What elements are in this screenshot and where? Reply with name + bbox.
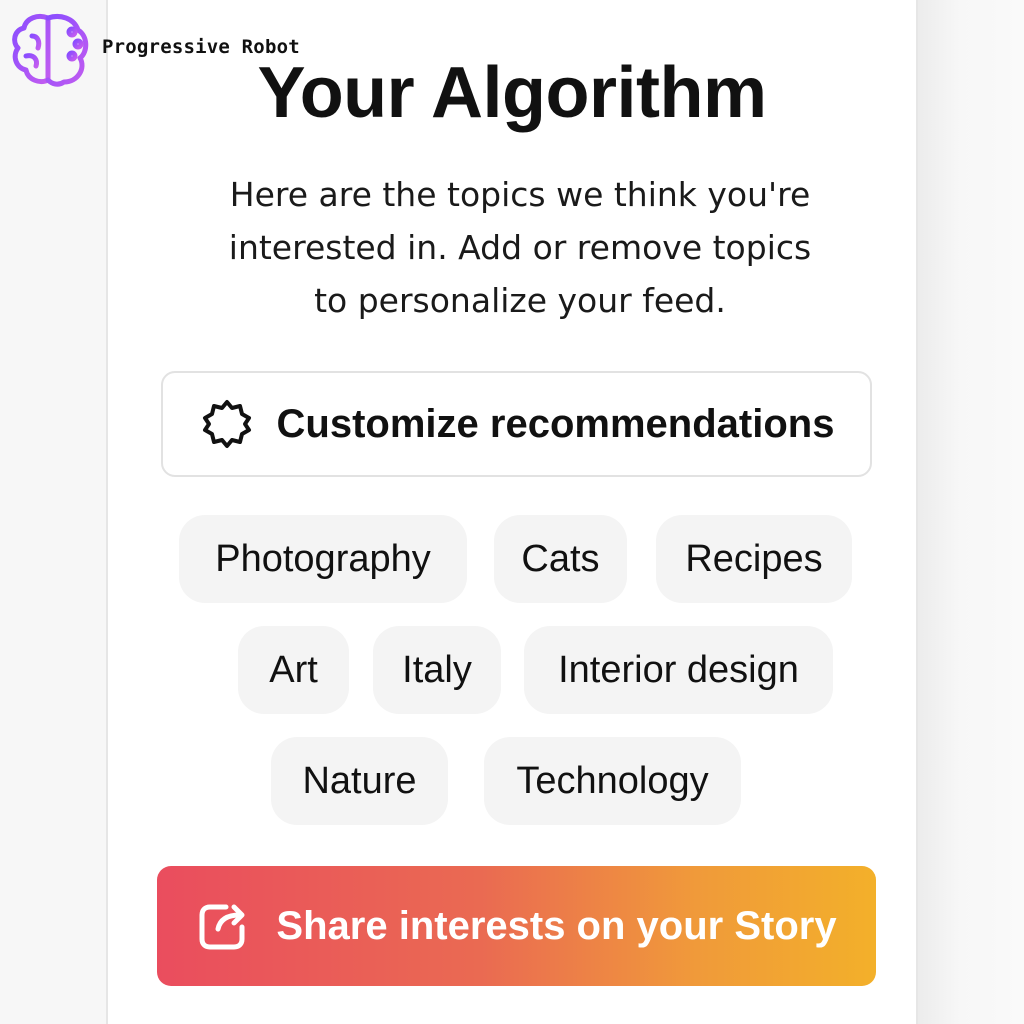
right-margin	[918, 0, 1024, 1024]
brain-circuit-icon	[12, 13, 89, 87]
share-story-icon	[199, 904, 245, 950]
left-margin	[0, 0, 106, 1024]
description-line: to personalize your feed.	[314, 281, 726, 320]
topic-chip-photography[interactable]: Photography	[179, 515, 467, 603]
share-label: Share interests on your Story	[276, 903, 837, 948]
gear-icon	[202, 400, 251, 448]
description-line: Here are the topics we think you're	[229, 175, 811, 214]
customize-recommendations-button[interactable]: Customize recommendations	[161, 371, 872, 477]
topic-chip-art[interactable]: Art	[238, 626, 349, 714]
share-interests-story-button[interactable]: Share interests on your Story	[157, 866, 876, 986]
topic-chip-technology[interactable]: Technology	[484, 737, 741, 825]
topic-chip-recipes[interactable]: Recipes	[656, 515, 852, 603]
page-description: Here are the topics we think you're inte…	[190, 168, 850, 327]
page-title: Your Algorithm	[257, 53, 767, 133]
topic-chip-interior-design[interactable]: Interior design	[524, 626, 833, 714]
description-line: interested in. Add or remove topics	[228, 228, 812, 267]
customize-label: Customize recommendations	[276, 401, 835, 446]
topic-chip-nature[interactable]: Nature	[271, 737, 448, 825]
app-screen: Progressive Robot Your Algorithm Here ar…	[0, 0, 1024, 1024]
topic-chip-cats[interactable]: Cats	[494, 515, 627, 603]
topic-chip-italy[interactable]: Italy	[373, 626, 501, 714]
